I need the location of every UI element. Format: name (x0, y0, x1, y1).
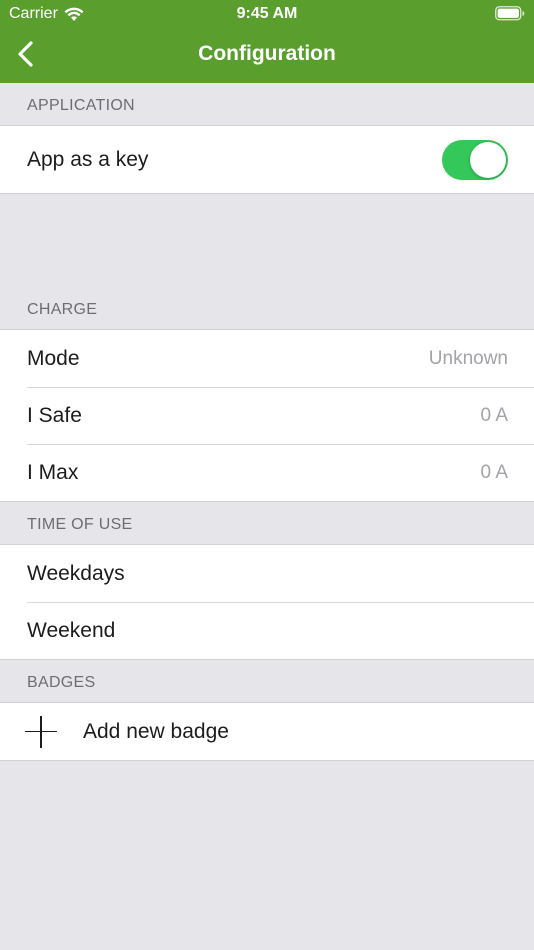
nav-bar: Configuration (0, 28, 534, 83)
top-bar: Carrier 9:45 AM Configuration (0, 0, 534, 83)
charge-row-label: I Max (27, 460, 79, 484)
time-of-use-row-weekend[interactable]: Weekend (0, 602, 534, 659)
status-time: 9:45 AM (236, 5, 298, 22)
charge-row-i-safe[interactable]: I Safe 0 A (0, 387, 534, 444)
battery-icon (495, 6, 525, 26)
app-as-key-toggle[interactable] (442, 139, 508, 180)
charge-group: Mode Unknown I Safe 0 A I Max 0 A (0, 329, 534, 502)
app-as-key-label: App as a key (27, 147, 149, 171)
plus-icon (25, 715, 57, 748)
charge-row-label: Mode (27, 346, 80, 370)
charge-row-value: 0 A (480, 461, 508, 483)
status-bar: Carrier 9:45 AM (0, 0, 534, 28)
application-group: App as a key (0, 125, 534, 194)
time-of-use-group: Weekdays Weekend (0, 544, 534, 660)
badges-group: Add new badge (0, 702, 534, 761)
add-new-badge-button[interactable]: Add new badge (0, 703, 534, 760)
section-header-time-of-use: TIME OF USE (27, 516, 133, 533)
charge-row-value: 0 A (480, 404, 508, 426)
page-title: Configuration (198, 42, 336, 65)
section-header-charge: CHARGE (27, 301, 98, 318)
settings-list: APPLICATION App as a key CHARGE Mode Unk… (0, 83, 534, 761)
toggle-knob (470, 141, 506, 178)
time-of-use-label: Weekdays (27, 561, 125, 585)
section-header-badges: BADGES (27, 674, 96, 691)
charge-row-i-max[interactable]: I Max 0 A (0, 444, 534, 501)
section-header-application: APPLICATION (27, 97, 135, 114)
app-as-key-row: App as a key (0, 126, 534, 193)
add-new-badge-label: Add new badge (83, 719, 229, 743)
charge-row-value: Unknown (428, 347, 508, 369)
time-of-use-row-weekdays[interactable]: Weekdays (0, 545, 534, 602)
time-of-use-label: Weekend (27, 618, 116, 642)
charge-row-mode[interactable]: Mode Unknown (0, 330, 534, 387)
charge-row-label: I Safe (27, 403, 82, 427)
